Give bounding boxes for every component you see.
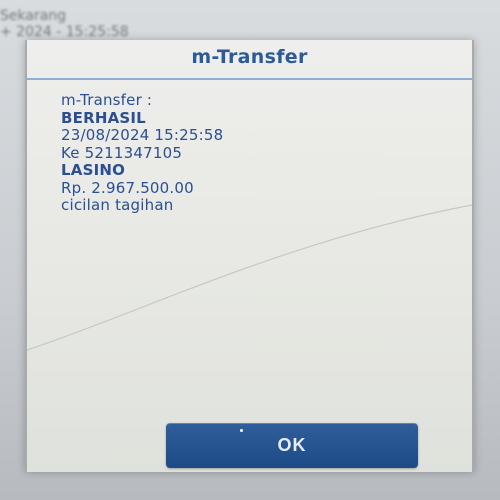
- message-line-destination: Ke 5211347105: [61, 143, 183, 162]
- title-divider: [27, 78, 472, 80]
- message-line-description: cicilan tagihan: [61, 196, 174, 214]
- ok-button-label: OK: [277, 435, 307, 455]
- m-transfer-dialog: m-Transfer m-Transfer : BERHASIL 23/08/2…: [25, 40, 474, 472]
- message-line-header: m-Transfer :: [61, 91, 153, 109]
- dialog-title: m-Transfer: [191, 46, 308, 68]
- message-line-datetime: 23/08/2024 15:25:58: [61, 126, 224, 144]
- message-line-amount: Rp. 2.967.500.00: [61, 178, 194, 197]
- ok-button[interactable]: OK: [166, 423, 418, 468]
- background-text-line-1: Sekarang: [0, 8, 67, 24]
- background-text-line-2: + 2024 - 15:25:58: [0, 24, 129, 40]
- phone-screen: Sekarang + 2024 - 15:25:58 m-Transfer m-…: [0, 0, 500, 500]
- message-line-status: BERHASIL: [61, 108, 146, 127]
- glare-dot: [240, 429, 243, 432]
- transfer-message: m-Transfer : BERHASIL 23/08/2024 15:25:5…: [61, 91, 441, 215]
- message-line-recipient: LASINO: [61, 161, 126, 179]
